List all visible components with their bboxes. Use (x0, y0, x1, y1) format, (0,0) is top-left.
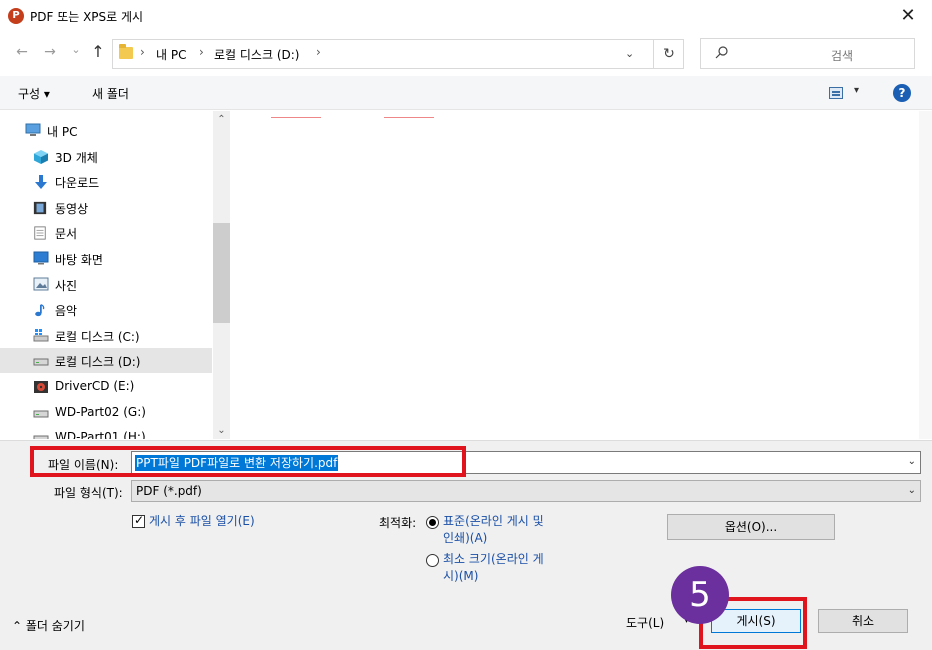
filetype-label: 파일 형식(T): (54, 486, 123, 500)
download-icon (33, 174, 49, 190)
filetype-value: PDF (*.pdf) (136, 484, 202, 498)
filetype-dropdown-icon[interactable]: ⌄ (908, 485, 916, 496)
drive-icon (33, 353, 49, 367)
scroll-up-icon[interactable]: ⌃ (213, 111, 230, 128)
nav-tree-item[interactable]: 로컬 디스크 (C:) (0, 323, 212, 348)
filetype-select[interactable]: PDF (*.pdf) ⌄ (131, 480, 921, 502)
scroll-down-icon[interactable]: ⌄ (213, 422, 230, 439)
optimize-label: 최적화: (379, 516, 417, 530)
address-bar[interactable]: › 내 PC › 로컬 디스크 (D:) › ⌄ ↻ (112, 39, 684, 69)
nav-tree-label: 3D 개체 (55, 150, 98, 165)
optimize-standard-radio[interactable] (426, 516, 439, 529)
up-folder-icon[interactable]: ↑ (88, 42, 108, 62)
picture-icon (33, 277, 49, 291)
scroll-thumb[interactable] (213, 223, 230, 323)
navigation-pane: 내 PC 3D 개체다운로드동영상문서바탕 화면사진음악로컬 디스크 (C:) 로컬… (0, 111, 230, 439)
open-after-publish-label[interactable]: 게시 후 파일 열기(E) (149, 513, 255, 530)
drive-icon (33, 405, 49, 419)
column-header-divider (384, 117, 434, 118)
nav-tree-item[interactable]: 내 PC (0, 118, 212, 143)
title-bar: P PDF 또는 XPS로 게시 ✕ (0, 0, 932, 32)
nav-tree-label: 사진 (55, 278, 78, 293)
refresh-icon[interactable]: ↻ (653, 40, 684, 68)
cube-icon (33, 149, 49, 164)
back-arrow-icon[interactable]: ← (12, 42, 32, 62)
view-dropdown-icon[interactable]: ▾ (854, 85, 859, 96)
nav-tree-label: 동영상 (55, 201, 89, 216)
tools-button[interactable]: 도구(L) (626, 614, 664, 631)
filename-dropdown-icon[interactable]: ⌄ (908, 456, 916, 467)
nav-tree-label: 내 PC (47, 125, 78, 139)
open-after-publish-checkbox[interactable] (132, 513, 145, 528)
forward-arrow-icon[interactable]: → (40, 42, 60, 62)
nav-tree-label: 음악 (55, 304, 78, 319)
nav-tree-item[interactable]: WD-Part01 (H:) (0, 425, 212, 439)
search-placeholder: 검색 (831, 49, 854, 63)
search-icon (715, 46, 728, 59)
file-list-pane[interactable] (231, 111, 932, 439)
navigation-bar: ← → ⌄ ↑ › 내 PC › 로컬 디스크 (D:) › ⌄ ↻ 검색 (0, 34, 932, 74)
breadcrumb-drive-d[interactable]: 로컬 디스크 (D:) (214, 46, 299, 63)
nav-tree-label: 로컬 디스크 (D:) (55, 355, 141, 370)
nav-tree-item[interactable]: WD-Part02 (G:) (0, 400, 212, 425)
music-icon (33, 302, 49, 317)
nav-tree-label: 바탕 화면 (55, 253, 103, 267)
help-icon[interactable]: ? (893, 84, 911, 102)
command-toolbar: 구성 ▾ 새 폴더 ▾ ? (0, 76, 932, 110)
nav-tree-label: DriverCD (E:) (55, 379, 135, 393)
nav-tree-item[interactable]: 사진 (0, 272, 212, 297)
powerpoint-icon: P (8, 8, 24, 24)
recent-locations-icon[interactable]: ⌄ (66, 40, 86, 60)
file-list-scrollbar[interactable] (919, 111, 932, 439)
nav-tree-item[interactable]: 바탕 화면 (0, 246, 212, 271)
organize-button[interactable]: 구성 ▾ (18, 85, 50, 102)
nav-tree-item[interactable]: 문서 (0, 220, 212, 245)
cancel-button[interactable]: 취소 (818, 609, 908, 633)
view-options-icon[interactable] (829, 87, 843, 99)
nav-tree-item[interactable]: 음악 (0, 297, 212, 322)
drive-icon (33, 430, 49, 439)
nav-tree-label: WD-Part02 (G:) (55, 404, 146, 419)
close-icon[interactable]: ✕ (896, 4, 920, 28)
column-header-divider (271, 117, 321, 118)
breadcrumb-separator: › (140, 45, 145, 59)
nav-scrollbar[interactable]: ⌃ ⌄ (213, 111, 230, 439)
nav-tree-item[interactable]: 다운로드 (0, 169, 212, 194)
nav-tree-item[interactable]: 3D 개체 (0, 144, 212, 169)
nav-tree-item[interactable]: 로컬 디스크 (D:) (0, 348, 212, 374)
hide-folders-button[interactable]: ⌃ 폴더 숨기기 (12, 617, 85, 634)
window-title: PDF 또는 XPS로 게시 (30, 10, 144, 24)
filename-highlight-box (30, 446, 466, 477)
nav-tree-label: 문서 (55, 227, 78, 242)
folder-icon (119, 44, 133, 59)
address-dropdown-icon[interactable]: ⌄ (625, 47, 634, 60)
new-folder-button[interactable]: 새 폴더 (92, 85, 129, 102)
document-icon (33, 225, 49, 240)
breadcrumb-this-pc[interactable]: 내 PC (156, 46, 186, 63)
breadcrumb-separator: › (316, 45, 321, 59)
windows-drive-icon (33, 328, 49, 342)
nav-tree-label: WD-Part01 (H:) (55, 430, 146, 439)
step-number-badge: 5 (671, 566, 729, 624)
options-button[interactable]: 옵션(O)... (667, 514, 835, 540)
optimize-standard-label[interactable]: 표준(온라인 게시 및 인쇄)(A) (443, 513, 544, 547)
optimize-minimum-label[interactable]: 최소 크기(온라인 게 시)(M) (443, 551, 544, 585)
desktop-icon (33, 251, 49, 265)
pc-icon (24, 123, 41, 137)
optimize-minimum-radio[interactable] (426, 554, 439, 567)
breadcrumb-separator: › (199, 45, 204, 59)
nav-tree-label: 로컬 디스크 (C:) (55, 329, 140, 344)
nav-tree-item[interactable]: 동영상 (0, 195, 212, 220)
search-box[interactable]: 검색 (700, 38, 915, 69)
video-icon (33, 200, 49, 214)
nav-tree-label: 다운로드 (55, 176, 100, 191)
nav-tree-item[interactable]: DriverCD (E:) (0, 374, 212, 399)
cd-drive-icon (33, 379, 49, 393)
